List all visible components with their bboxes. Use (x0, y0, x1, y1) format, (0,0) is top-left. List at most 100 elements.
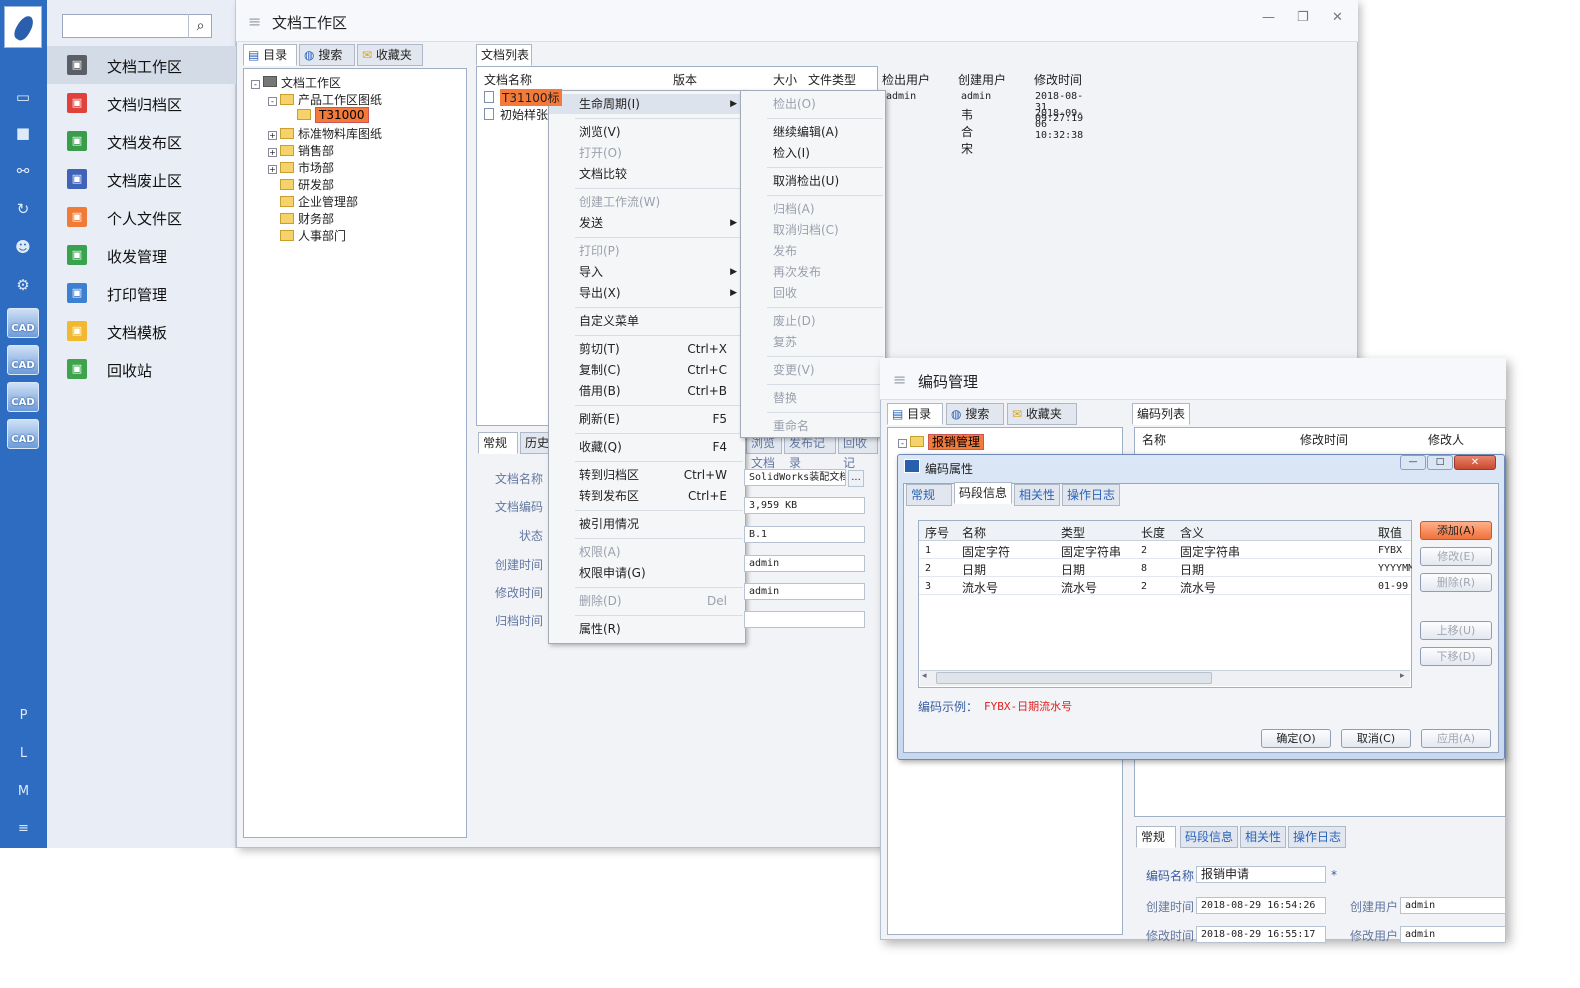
tab-operation-log[interactable]: 操作日志 (1288, 826, 1346, 848)
hamburger-icon[interactable]: ≡ (248, 12, 261, 31)
table-row[interactable]: 初始样张 韦合宋 2018-09-06 10:32:38 (480, 106, 1083, 156)
column-header[interactable]: 修改时间 (1300, 431, 1348, 448)
tab-general[interactable]: 常规 (1136, 826, 1176, 848)
restore-icon[interactable]: ❐ (1297, 10, 1309, 25)
tab-general[interactable]: 常规 (906, 484, 952, 506)
tab-history[interactable]: 历史 (520, 432, 550, 454)
grid-column-header[interactable]: 取值 (1378, 524, 1412, 541)
column-header[interactable]: 修改时间 (1034, 71, 1082, 88)
column-header[interactable]: 版本 (673, 71, 697, 88)
tab-catalog[interactable]: ▤ 目录 (243, 44, 297, 66)
collapse-icon[interactable]: - (251, 80, 260, 89)
tab-doc-list[interactable]: 文档列表 (476, 44, 532, 66)
menu-item[interactable]: 收藏(Q) F4 (549, 437, 745, 457)
nav-item[interactable]: ▣ 个人文件区 (47, 198, 236, 236)
expand-icon[interactable]: + (268, 148, 277, 157)
close-icon[interactable]: ✕ (1332, 10, 1343, 25)
submenu-item[interactable]: 重命名 (741, 416, 885, 436)
add-button[interactable]: 添加(A) (1420, 521, 1492, 540)
tab-favorites[interactable]: ✉ 收藏夹 (357, 44, 423, 66)
column-header[interactable]: 检出用户 (882, 71, 930, 88)
edit-button[interactable]: 修改(E) (1420, 547, 1492, 566)
nav-item[interactable]: ▣ 文档工作区 (47, 46, 236, 84)
scroll-right-icon[interactable]: ▸ (1400, 671, 1405, 681)
monitor-icon[interactable]: ▭ (12, 86, 34, 108)
grid-column-header[interactable]: 类型 (1061, 524, 1139, 541)
tab-code-list[interactable]: 编码列表 (1132, 403, 1190, 425)
menu-item[interactable]: 刷新(E) F5 (549, 409, 745, 429)
column-header[interactable]: 文件类型 (808, 71, 856, 88)
apply-button[interactable]: 应用(A) (1421, 729, 1491, 748)
collapse-icon[interactable]: - (898, 439, 907, 448)
hamburger-icon[interactable]: ≡ (893, 370, 906, 389)
nav-item[interactable]: ▣ 回收站 (47, 350, 236, 388)
column-header[interactable]: 修改人 (1428, 431, 1464, 448)
submenu-item[interactable]: 检入(I) (741, 143, 885, 163)
maximize-icon[interactable]: □ (1427, 455, 1453, 470)
menu-item[interactable]: 打开(O) (549, 143, 745, 163)
submenu-item[interactable]: 发布 (741, 241, 885, 261)
created-time-field[interactable]: 2018-08-29 16:54:26 (1196, 897, 1326, 914)
submenu-item[interactable]: 归档(A) (741, 199, 885, 219)
submenu-item[interactable]: 取消检出(U) (741, 171, 885, 191)
rail-letter-m[interactable]: M (0, 784, 47, 799)
menu-item[interactable]: 删除(D) Del (549, 591, 745, 611)
users-icon[interactable]: ☻ (12, 236, 34, 258)
menu-item[interactable]: 创建工作流(W) (549, 192, 745, 212)
move-up-button[interactable]: 上移(U) (1420, 621, 1492, 640)
nav-item[interactable]: ▣ 文档模板 (47, 312, 236, 350)
tab-segment-info[interactable]: 码段信息 (1180, 826, 1238, 848)
creator-field[interactable]: admin (1400, 897, 1506, 914)
expand-icon[interactable]: + (268, 131, 277, 140)
menu-item[interactable]: 文档比较 (549, 164, 745, 184)
menu-item[interactable]: 复制(C) Ctrl+C (549, 360, 745, 380)
tree-node[interactable]: T31000 (285, 107, 369, 123)
tab-relevance[interactable]: 相关性 (1014, 484, 1060, 506)
tree-node[interactable]: 财务部 (268, 210, 334, 227)
tab-general[interactable]: 常规 (478, 432, 518, 454)
menu-icon[interactable]: ≡ (0, 821, 47, 836)
submenu-item[interactable]: 替换 (741, 388, 885, 408)
tree-node[interactable]: 研发部 (268, 176, 334, 193)
tree-node[interactable]: 人事部门 (268, 227, 346, 244)
menu-item[interactable]: 转到发布区 Ctrl+E (549, 486, 745, 506)
minimize-icon[interactable]: — (1262, 10, 1275, 25)
submenu-item[interactable]: 废止(D) (741, 311, 885, 331)
scroll-left-icon[interactable]: ◂ (922, 671, 927, 681)
tab-favorites[interactable]: ✉ 收藏夹 (1007, 403, 1077, 425)
grid-column-header[interactable]: 序号 (925, 524, 961, 541)
tree-node-root[interactable]: - 报销管理 (898, 433, 985, 450)
tab-operation-log[interactable]: 操作日志 (1062, 484, 1120, 506)
submenu-item[interactable]: 取消归档(C) (741, 220, 885, 240)
gear-icon[interactable]: ⚙ (12, 274, 34, 296)
menu-item[interactable]: 浏览(V) (549, 122, 745, 142)
tab-catalog[interactable]: ▤ 目录 (887, 403, 943, 425)
tab-segment-info[interactable]: 码段信息 (954, 482, 1012, 504)
menu-item[interactable]: 权限(A) (549, 542, 745, 562)
tree-node[interactable]: 企业管理部 (268, 193, 358, 210)
rail-letter-p[interactable]: P (0, 708, 47, 723)
refresh-icon[interactable]: ↻ (12, 198, 34, 220)
column-header[interactable]: 名称 (1142, 431, 1166, 448)
search-icon[interactable]: ⌕ (188, 14, 212, 38)
cad-icon[interactable]: CAD (7, 345, 39, 375)
tab-search[interactable]: ◍ 搜索 (946, 403, 1004, 425)
grid-column-header[interactable]: 名称 (962, 524, 1060, 541)
browse-button[interactable]: ... (848, 470, 864, 487)
nav-item[interactable]: ▣ 文档发布区 (47, 122, 236, 160)
cad-icon[interactable]: CAD (7, 308, 39, 338)
move-down-button[interactable]: 下移(D) (1420, 647, 1492, 666)
menu-item[interactable]: 属性(R) (549, 619, 745, 639)
menu-item[interactable]: 导出(X) ▶ (549, 283, 745, 303)
submenu-item[interactable]: 继续编辑(A) (741, 122, 885, 142)
modifier-field[interactable]: admin (1400, 926, 1506, 943)
code-name-field[interactable]: 报销申请 (1196, 866, 1326, 883)
menu-item[interactable]: 导入 ▶ (549, 262, 745, 282)
tree-node[interactable]: - 产品工作区图纸 (268, 91, 382, 108)
tree-node[interactable]: + 销售部 (268, 142, 334, 159)
cad-icon[interactable]: CAD (7, 382, 39, 412)
nav-item[interactable]: ▣ 收发管理 (47, 236, 236, 274)
collapse-icon[interactable]: - (268, 97, 277, 106)
tab-search[interactable]: ◍ 搜索 (299, 44, 355, 66)
grid-column-header[interactable]: 含义 (1180, 524, 1376, 541)
